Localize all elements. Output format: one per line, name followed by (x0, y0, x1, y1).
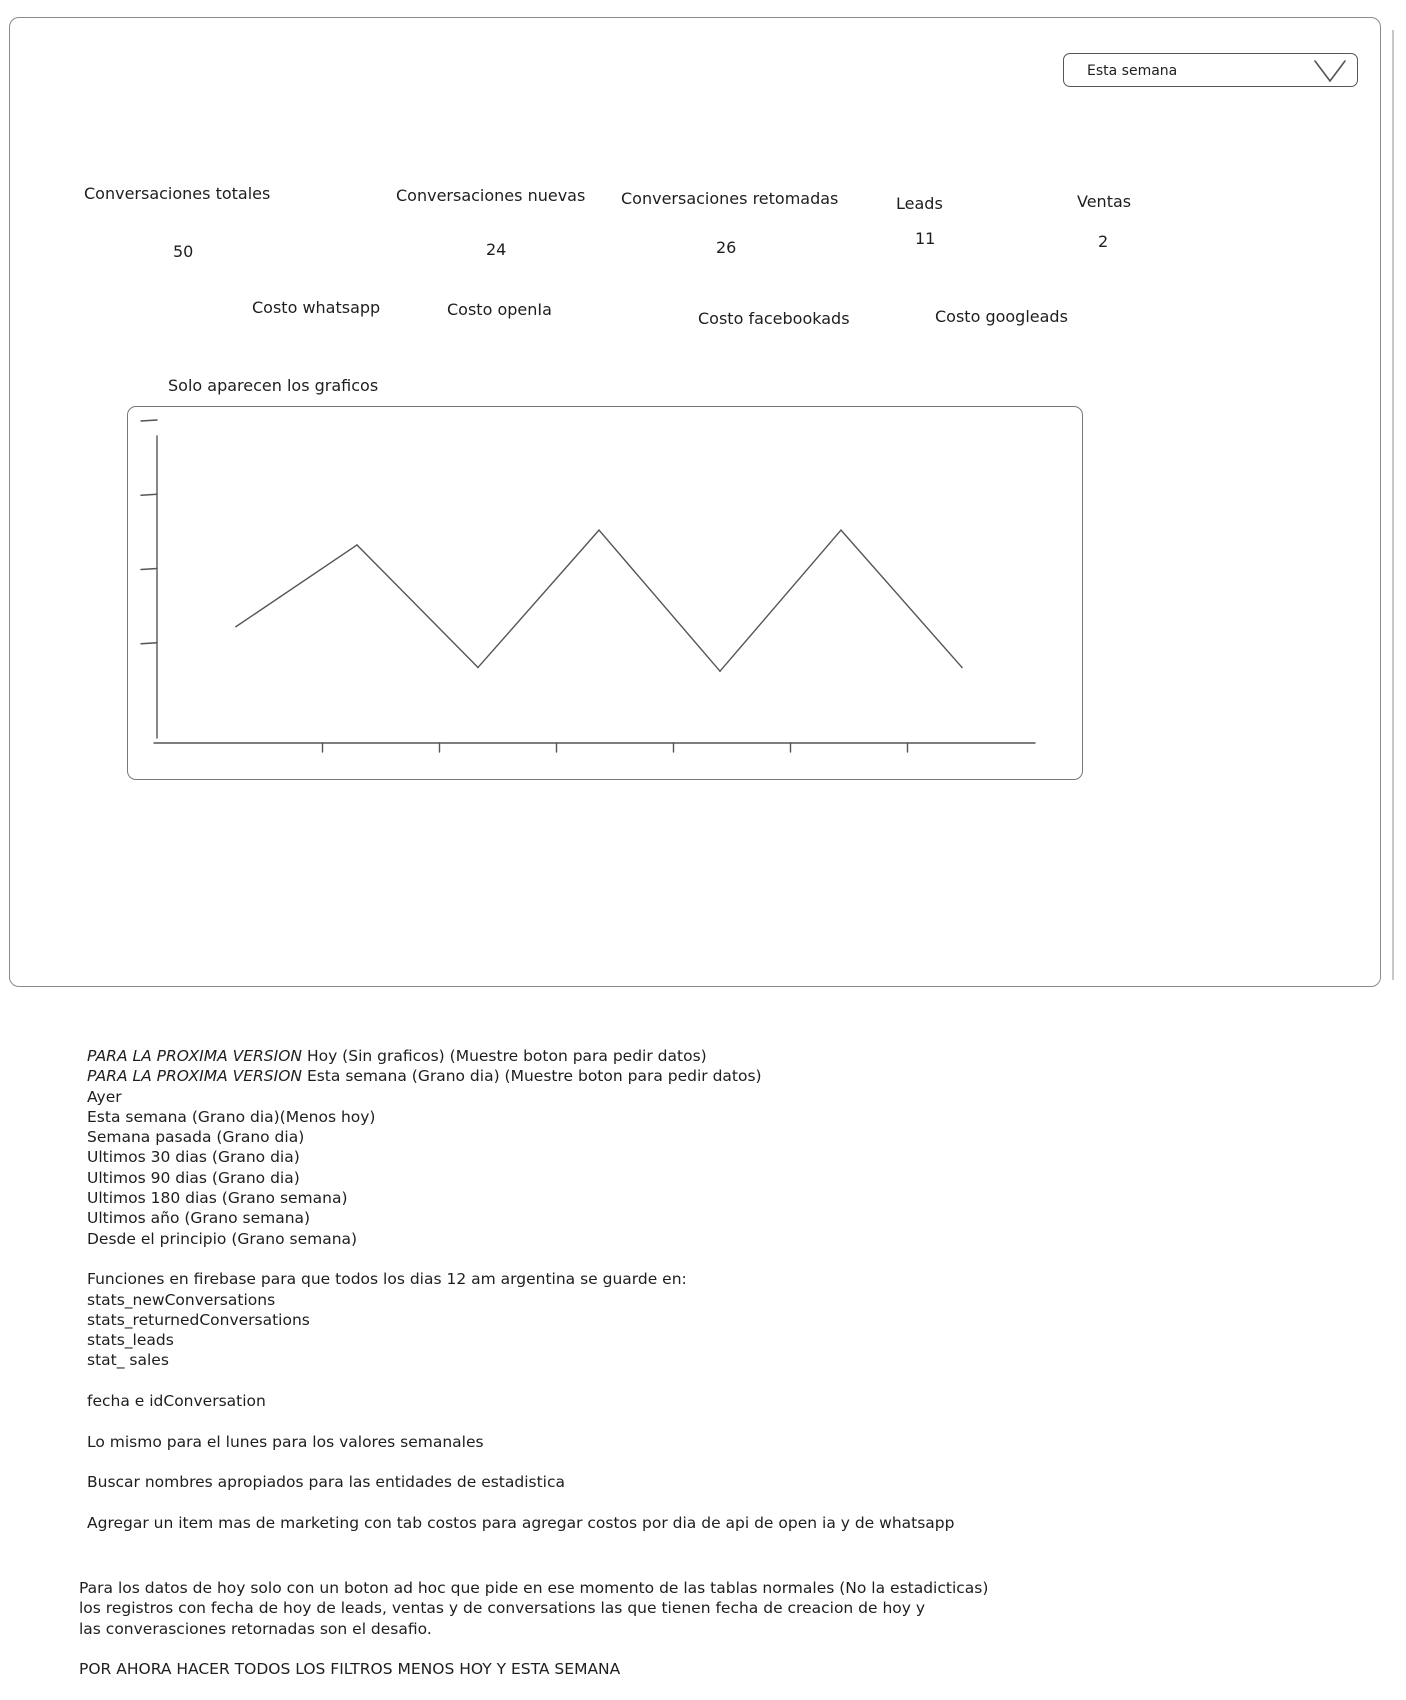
note-text: los registros con fecha de hoy de leads,… (79, 1599, 926, 1618)
note-line: stats_newConversations (87, 1290, 954, 1310)
note-text: POR AHORA HACER TODOS LOS FILTROS MENOS … (79, 1660, 621, 1679)
note-line: los registros con fecha de hoy de leads,… (79, 1598, 988, 1618)
note-text: Hoy (Sin graficos) (Muestre boton para p… (302, 1047, 707, 1065)
kpi-label-leads: Leads (896, 194, 943, 213)
series-line (235, 529, 963, 672)
note-line: stat_ sales (87, 1350, 954, 1370)
note-text: Para los datos de hoy solo con un boton … (79, 1579, 989, 1597)
note-line: Ultimos 180 dias (Grano semana) (87, 1188, 954, 1208)
cost-label-googleads: Costo googleads (935, 307, 1068, 326)
cost-label-openia: Costo openIa (447, 300, 552, 319)
note-text: fecha e idConversation (87, 1392, 266, 1411)
kpi-value-total-conversations: 50 (173, 242, 194, 261)
note-text: Buscar nombres apropiados para las entid… (87, 1473, 566, 1492)
note-line: PARA LA PROXIMA VERSION Hoy (Sin grafico… (87, 1046, 954, 1066)
kpi-label-total-conversations: Conversaciones totales (84, 184, 271, 203)
note-line: Para los datos de hoy solo con un boton … (79, 1578, 988, 1598)
note-text: Semana pasada (Grano dia) (87, 1128, 305, 1147)
note-line: POR AHORA HACER TODOS LOS FILTROS MENOS … (79, 1659, 988, 1679)
note-line: Ayer (87, 1087, 954, 1107)
kpi-value-leads: 11 (915, 229, 936, 248)
data-point (961, 666, 963, 669)
kpi-label-returned-conversations: Conversaciones retomadas (621, 189, 839, 208)
note-text: Ultimos 90 dias (Grano dia) (87, 1168, 300, 1187)
period-filter-value: Esta semana (1087, 63, 1178, 79)
note-line (87, 1411, 954, 1431)
period-filter-dropdown[interactable]: Esta semana (1063, 53, 1358, 87)
chevron-down-icon (1314, 60, 1346, 83)
note-prefix: PARA LA PROXIMA VERSION (87, 1047, 303, 1065)
note-line: stats_leads (87, 1330, 954, 1350)
note-text: Ultimos año (Grano semana) (87, 1209, 311, 1228)
note-line: Semana pasada (Grano dia) (87, 1127, 954, 1147)
y-tick (140, 419, 158, 422)
notes-block-1: PARA LA PROXIMA VERSION Hoy (Sin grafico… (87, 1046, 954, 1533)
note-text: Funciones en firebase para que todos los… (87, 1270, 687, 1289)
note-text: stats_returnedConversations (87, 1310, 310, 1329)
note-text: stat_ sales (87, 1351, 169, 1370)
note-line: Esta semana (Grano dia)(Menos hoy) (87, 1107, 954, 1127)
data-point (356, 544, 358, 546)
note-text: Ultimos 30 dias (Grano dia) (87, 1148, 300, 1167)
kpi-label-sales: Ventas (1077, 192, 1132, 211)
note-line (87, 1371, 954, 1391)
note-text: stats_newConversations (87, 1290, 276, 1309)
kpi-label-new-conversations: Conversaciones nuevas (396, 186, 586, 205)
note-text: Ultimos 180 dias (Grano semana) (87, 1189, 348, 1208)
notes-block-2: Para los datos de hoy solo con un boton … (79, 1578, 988, 1679)
note-line (79, 1639, 988, 1659)
note-line: Ultimos 90 dias (Grano dia) (87, 1168, 954, 1188)
data-point (840, 529, 842, 531)
note-line (87, 1249, 954, 1269)
note-text: Lo mismo para el lunes para los valores … (87, 1432, 484, 1451)
chart-series (235, 529, 963, 672)
chart-caption: Solo aparecen los graficos (168, 376, 379, 395)
note-line: Lo mismo para el lunes para los valores … (87, 1432, 954, 1452)
note-line: stats_returnedConversations (87, 1310, 954, 1330)
note-line: las converasciones retornadas son el des… (79, 1619, 988, 1639)
note-text: las converasciones retornadas son el des… (79, 1619, 432, 1638)
note-line (87, 1452, 954, 1472)
kpi-value-new-conversations: 24 (486, 240, 507, 259)
note-text: Esta semana (Grano dia)(Menos hoy) (87, 1107, 376, 1126)
note-line: Funciones en firebase para que todos los… (87, 1269, 954, 1289)
data-point (598, 529, 600, 531)
note-line: PARA LA PROXIMA VERSION Esta semana (Gra… (87, 1066, 954, 1086)
y-tick (140, 567, 158, 571)
y-tick (140, 642, 158, 645)
data-point (719, 670, 721, 672)
note-text: Ayer (87, 1087, 122, 1106)
line-chart (140, 419, 1036, 753)
data-point (477, 666, 479, 669)
note-prefix: PARA LA PROXIMA VERSION (87, 1067, 303, 1086)
note-line: Agregar un item mas de marketing con tab… (87, 1513, 954, 1533)
frame-edge (1392, 30, 1394, 980)
note-text: Agregar un item mas de marketing con tab… (87, 1513, 955, 1532)
note-text: Desde el principio (Grano semana) (87, 1229, 358, 1248)
note-line: Ultimos 30 dias (Grano dia) (87, 1147, 954, 1167)
note-line (87, 1493, 954, 1513)
note-line: Buscar nombres apropiados para las entid… (87, 1472, 954, 1492)
cost-label-whatsapp: Costo whatsapp (252, 298, 381, 317)
kpi-value-returned-conversations: 26 (716, 238, 737, 257)
note-line: Ultimos año (Grano semana) (87, 1208, 954, 1228)
y-tick (140, 493, 158, 496)
note-text: Esta semana (Grano dia) (Muestre boton p… (302, 1067, 762, 1086)
cost-label-facebookads: Costo facebookads (698, 309, 850, 328)
kpi-value-sales: 2 (1098, 232, 1109, 251)
note-line: fecha e idConversation (87, 1391, 954, 1411)
note-text: stats_leads (87, 1331, 174, 1350)
chart-axes (140, 419, 1036, 753)
note-line: Desde el principio (Grano semana) (87, 1229, 954, 1249)
data-point (235, 625, 237, 628)
